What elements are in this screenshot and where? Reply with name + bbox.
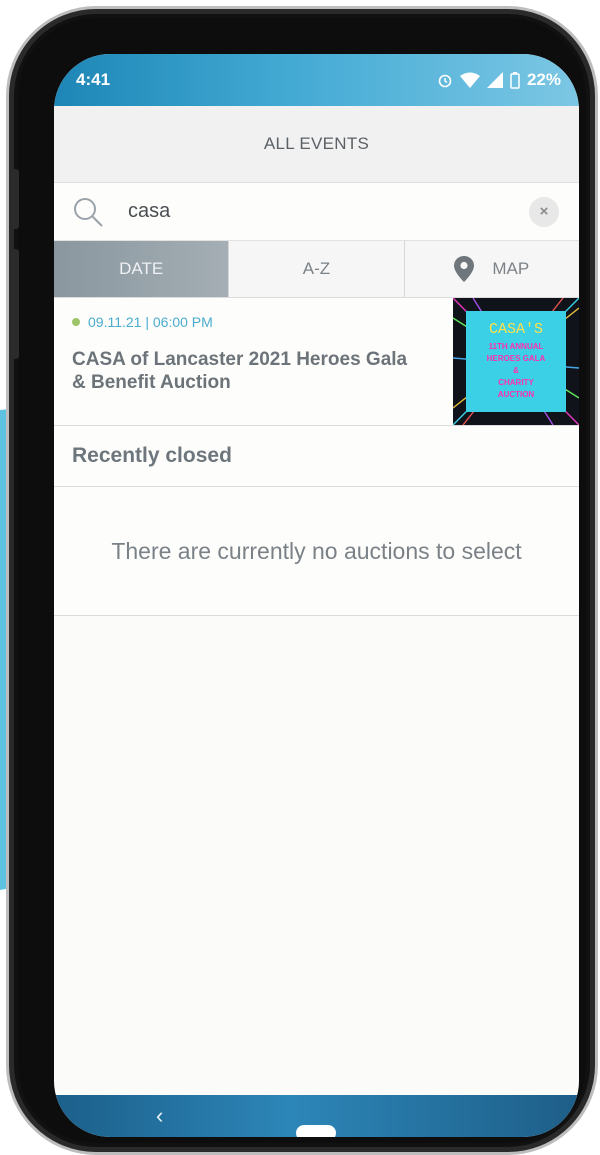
status-bar: 4:41 22% [54,54,579,106]
clear-search-button[interactable]: × [529,196,559,227]
tab-a-z-label: A-Z [302,259,331,278]
signal-icon [486,72,503,88]
battery-icon [510,71,520,89]
map-pin-icon [454,256,475,282]
phone-frame: 4:41 22% ALL EVENTS casa × DATE A-Z MAP … [6,6,598,1155]
tab-map[interactable]: MAP [403,241,579,297]
back-icon[interactable]: ‹ [156,1103,163,1129]
volume-button [11,169,19,229]
tab-map-label: MAP [492,259,530,278]
wifi-icon [459,72,480,88]
status-dot [72,318,80,326]
event-thumbnail: CASA'S 11TH ANNUAL HEROES GALA & CHARITY… [453,298,579,425]
alarm-icon [437,72,453,88]
empty-state-message: There are currently no auctions to selec… [54,487,579,616]
event-title: CASA of Lancaster 2021 Heroes Gala & Ben… [72,349,408,393]
svg-text:&: & [513,366,519,375]
recently-closed-heading: Recently closed [54,426,579,487]
power-button [11,249,19,359]
page-title: ALL EVENTS [54,106,579,183]
tab-date-label: DATE [119,259,164,278]
battery-percent: 22% [526,70,561,89]
search-input[interactable] [126,199,529,224]
event-date: 09.11.21 | 06:00 PM [88,314,213,330]
svg-text:11TH ANNUAL: 11TH ANNUAL [489,342,544,351]
home-button[interactable] [296,1125,336,1137]
system-nav-bar: ‹ [54,1095,579,1137]
phone-screen: 4:41 22% ALL EVENTS casa × DATE A-Z MAP … [54,54,579,1137]
search-icon [72,196,104,228]
event-list-item[interactable]: 09.11.21 | 06:00 PM CASA of Lancaster 20… [54,298,579,426]
tab-a-z[interactable]: A-Z [228,241,404,297]
svg-text:HEROES GALA: HEROES GALA [487,354,546,363]
sort-tabs: DATE A-Z MAP [54,241,579,298]
svg-text:AUCTION: AUCTION [498,390,535,399]
thumb-brand: CASA'S [489,321,543,338]
search-bar: × [54,183,579,241]
status-time: 4:41 [76,70,111,89]
tab-date[interactable]: DATE [54,241,229,297]
svg-text:CHARITY: CHARITY [498,378,534,387]
